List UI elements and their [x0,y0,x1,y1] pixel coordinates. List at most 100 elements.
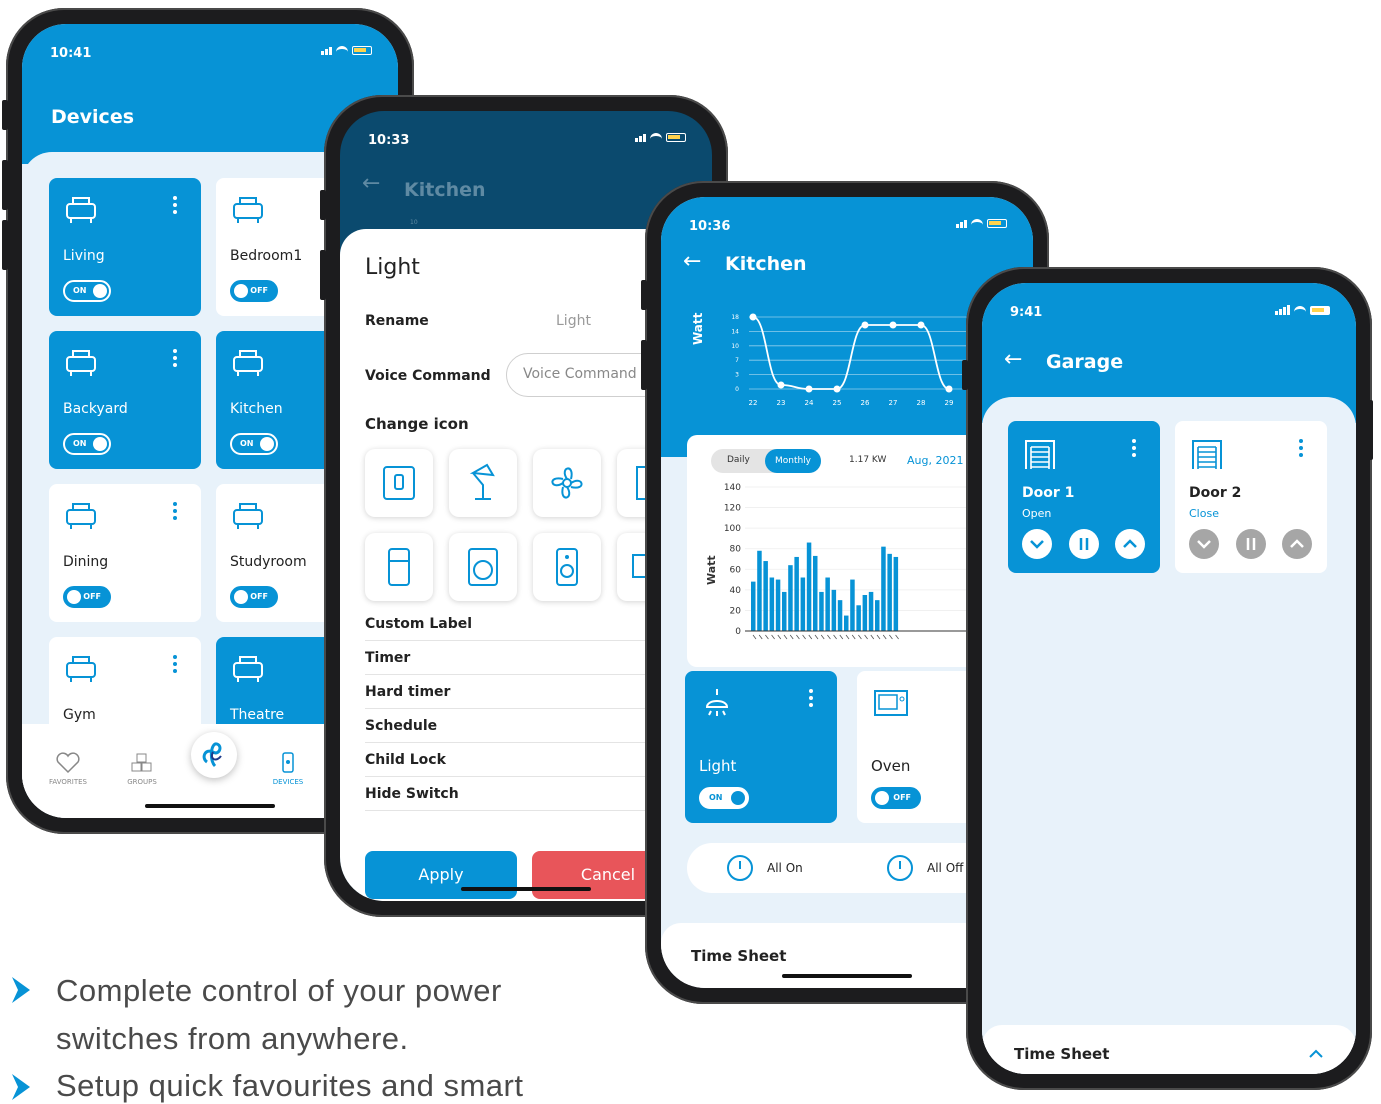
bar-x-tick-mark [839,634,844,640]
bar-x-tick-mark [814,634,819,640]
bar [751,581,756,631]
more-options-icon[interactable] [173,196,177,217]
lamp-icon-option[interactable] [449,449,517,517]
toggle-state: ON [709,793,723,802]
groups-tab[interactable]: GROUPS [114,752,170,786]
feature-text-line: Setup quick favourites and smart [56,1068,524,1103]
close-door-button[interactable] [1022,529,1052,559]
month-selector[interactable]: Aug, 2021 [907,454,963,467]
close-door-button[interactable] [1189,529,1219,559]
line-y-tick: 3 [735,372,739,379]
switch-icon-option[interactable] [365,449,433,517]
apply-button[interactable]: Apply [365,851,517,899]
more-options-icon[interactable] [173,502,177,523]
line-x-tick: 24 [805,399,814,407]
open-door-button[interactable] [1115,529,1145,559]
toggle-state: ON [240,439,254,448]
devices-tab[interactable]: DEVICES [260,752,316,786]
chevron-up-icon [1290,539,1304,548]
line-point [861,321,869,329]
bar-y-tick: 40 [730,586,742,596]
bar [831,589,837,631]
power-toggle[interactable]: OFF [230,586,278,608]
chevron-down-icon [1197,540,1211,549]
door-status: Close [1189,507,1219,520]
power-toggle[interactable]: OFF [230,280,278,302]
power-toggle[interactable]: ON [63,280,111,302]
back-arrow-icon[interactable]: ← [362,171,380,196]
back-arrow-icon[interactable]: ← [1004,347,1022,372]
power-toggle[interactable]: ON [699,787,749,809]
room-card-living[interactable]: Living ON [49,178,201,316]
bar-y-tick: 20 [730,606,742,616]
fridge-icon-option[interactable] [365,533,433,601]
more-options-icon[interactable] [1132,439,1136,460]
status-time: 10:36 [689,219,731,234]
time-sheet-panel[interactable]: Time Sheet [982,1025,1356,1074]
device-name: Oven [871,757,911,775]
light-device-card[interactable]: Light ON [685,671,837,823]
dining-table-icon [63,498,99,534]
bar [813,555,818,631]
chevron-up-icon[interactable] [1306,1047,1326,1061]
power-toggle[interactable]: OFF [63,586,111,608]
line-x-tick: 29 [945,399,954,407]
bar [862,595,868,631]
rename-value[interactable]: Light [556,313,591,329]
phone-side-button [641,280,647,310]
pause-door-button[interactable] [1069,529,1099,559]
bar-x-tick-mark [882,634,887,640]
chevron-bullet-icon [12,977,30,1003]
ceiling-light-icon [705,689,729,716]
door1-card[interactable]: Door 1 Open [1008,421,1160,573]
bar-y-tick: 0 [735,627,741,637]
more-options-icon[interactable] [173,349,177,370]
line-point [805,385,813,393]
room-card-backyard[interactable]: Backyard ON [49,331,201,469]
favorites-tab[interactable]: FAVORITES [40,752,96,786]
fan-icon-option[interactable] [533,449,601,517]
line-y-tick: 10 [731,343,739,350]
status-time: 10:33 [368,133,410,148]
bar-x-tick-mark [864,634,868,640]
bar-y-tick: 140 [724,483,741,493]
washer-icon-option[interactable] [449,533,517,601]
favorites-label: FAVORITES [49,778,87,786]
phone-side-button [320,190,326,220]
total-kw: 1.17 KW [849,455,887,465]
pause-door-button[interactable] [1236,529,1266,559]
more-options-icon[interactable] [173,655,177,676]
home-indicator [461,887,591,891]
toggle-state: OFF [250,592,268,601]
daily-tab[interactable]: Daily [727,455,750,465]
screen-title: Kitchen [404,179,486,201]
bar-y-tick: 80 [730,545,742,555]
open-door-button[interactable] [1282,529,1312,559]
bar-y-tick: 120 [724,504,741,514]
cancel-label: Cancel [580,865,636,884]
power-toggle[interactable]: ON [230,433,278,455]
door-name: Door 1 [1022,485,1075,501]
line-x-tick: 28 [917,399,926,407]
chevron-bullet-icon [12,1074,30,1100]
room-name: Gym [63,707,96,723]
speaker-icon-option[interactable] [533,533,601,601]
bar [819,591,824,631]
more-options-icon[interactable] [809,689,813,710]
bar [788,565,793,631]
chevron-up-icon [1123,539,1137,548]
back-arrow-icon[interactable]: ← [683,249,701,274]
more-options-icon[interactable] [1299,439,1303,460]
line-y-tick: 7 [735,357,739,364]
bar [763,561,768,631]
door2-card[interactable]: Door 2 Close [1175,421,1327,573]
bar-x-tick-mark [783,634,788,640]
power-toggle[interactable]: ON [63,433,111,455]
home-logo-button[interactable] [191,732,237,778]
bar [825,577,830,631]
power-toggle[interactable]: OFF [871,787,921,809]
room-card-dining[interactable]: Dining OFF [49,484,201,622]
toggle-state: OFF [250,286,268,295]
monthly-tab[interactable]: Monthly [765,449,821,473]
line-point [917,321,925,329]
